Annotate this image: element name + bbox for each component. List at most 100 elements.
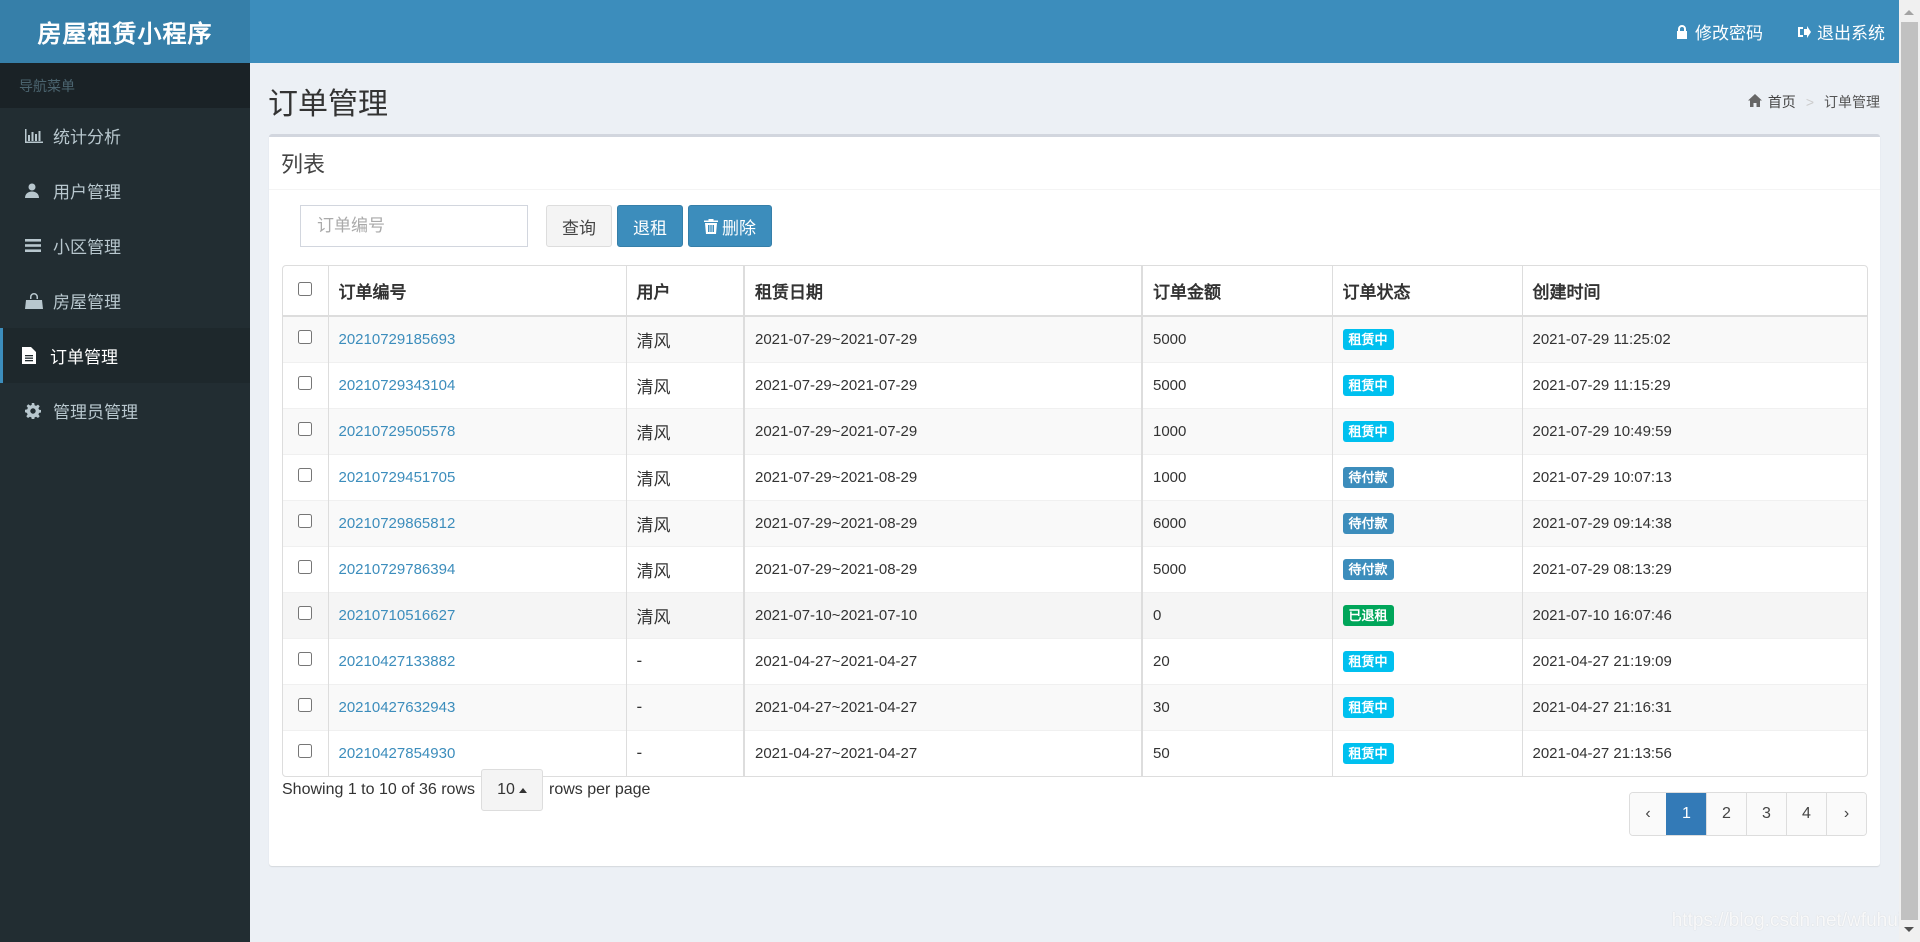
order-no-link[interactable]: 20210729451705 [339, 469, 456, 486]
created-cell: 2021-04-27 21:13:56 [1521, 729, 1867, 776]
table-row[interactable]: 20210710516627 清风 2021-07-10~2021-07-10 0 已退… [283, 591, 1867, 638]
row-checkbox[interactable] [298, 422, 313, 436]
amount-cell: 30 [1141, 683, 1332, 730]
home-icon [1747, 94, 1762, 110]
period-cell: 2021-07-10~2021-07-10 [743, 591, 1142, 638]
status-badge: 租赁中 [1342, 696, 1394, 718]
status-cell: 租赁中 [1331, 407, 1522, 454]
created-cell: 2021-07-29 10:07:13 [1521, 453, 1867, 500]
user-cell: 清风 [625, 407, 744, 454]
delete-button-label: 删除 [722, 218, 756, 238]
page-button-3[interactable]: 3 [1746, 793, 1786, 835]
row-checkbox[interactable] [298, 468, 313, 482]
list-icon [25, 237, 45, 255]
row-checkbox[interactable] [298, 652, 313, 666]
list-box: 列表 查询 退租 删除 订单编号 用户 租赁日期 订单金额 订单状态 创建时 [269, 134, 1880, 866]
select-all-checkbox[interactable] [298, 281, 313, 296]
prev-page-button[interactable]: ‹ [1630, 793, 1666, 835]
order-no-link[interactable]: 20210729786394 [339, 561, 456, 578]
order-no-link[interactable]: 20210729343104 [339, 377, 456, 394]
sidebar-item-orders[interactable]: 订单管理 [0, 328, 250, 383]
scroll-down-arrow-icon[interactable] [1904, 927, 1914, 932]
status-badge: 租赁中 [1342, 650, 1394, 672]
table-body: 20210729185693 清风 2021-07-29~2021-07-29 500… [283, 315, 1867, 776]
page-size-dropdown[interactable]: 10 [481, 769, 544, 811]
column-header-status[interactable]: 订单状态 [1331, 266, 1522, 317]
sidebar-item-admins[interactable]: 管理员管理 [0, 383, 250, 438]
period-cell: 2021-07-29~2021-07-29 [743, 407, 1142, 454]
change-password-link[interactable]: 修改密码 [1675, 19, 1763, 44]
table-row[interactable]: 20210427632943 -2021-04-27~2021-04-27 30 租赁… [283, 683, 1867, 730]
row-checkbox[interactable] [298, 514, 313, 528]
column-header-order-no[interactable]: 订单编号 [327, 266, 626, 317]
app-logo[interactable]: 房屋租赁小程序 [0, 0, 250, 63]
row-checkbox[interactable] [298, 376, 313, 390]
select-all-cell [283, 266, 328, 317]
row-checkbox[interactable] [298, 698, 313, 712]
column-header-created[interactable]: 创建时间 [1521, 266, 1867, 317]
sidebar-item-users[interactable]: 用户管理 [0, 163, 250, 218]
status-cell: 待付款 [1331, 453, 1522, 500]
status-badge: 已退租 [1342, 604, 1394, 626]
change-password-label: 修改密码 [1695, 24, 1763, 43]
row-checkbox[interactable] [298, 606, 313, 620]
column-header-amount[interactable]: 订单金额 [1141, 266, 1332, 317]
table-row[interactable]: 20210729505578 清风 2021-07-29~2021-07-29 100… [283, 407, 1867, 454]
next-page-button[interactable]: › [1826, 793, 1866, 835]
row-checkbox[interactable] [298, 744, 313, 759]
row-select-cell [283, 361, 328, 408]
table-row[interactable]: 20210729786394 清风 2021-07-29~2021-08-29 500… [283, 545, 1867, 592]
logout-label: 退出系统 [1817, 24, 1885, 43]
amount-cell: 0 [1141, 591, 1332, 638]
sidebar-item-communities[interactable]: 小区管理 [0, 218, 250, 273]
row-select-cell [283, 315, 328, 362]
order-no-link[interactable]: 20210729185693 [339, 331, 456, 348]
showing-rows-text: Showing 1 to 10 of 36 rows [282, 781, 476, 798]
order-no-link[interactable]: 20210729505578 [339, 423, 456, 440]
column-header-user[interactable]: 用户 [625, 266, 744, 317]
page-button-4[interactable]: 4 [1786, 793, 1826, 835]
vertical-scrollbar[interactable] [1899, 0, 1920, 942]
column-header-period[interactable]: 租赁日期 [743, 266, 1142, 317]
order-no-link[interactable]: 20210427632943 [339, 699, 456, 716]
status-badge: 租赁中 [1342, 742, 1394, 764]
page-button-2[interactable]: 2 [1706, 793, 1746, 835]
order-no-link[interactable]: 20210427854930 [339, 745, 456, 762]
row-checkbox[interactable] [298, 330, 313, 345]
table-row[interactable]: 20210729865812 清风 2021-07-29~2021-08-29 600… [283, 499, 1867, 546]
pagination-info: Showing 1 to 10 of 36 rows 10 rows per p… [282, 769, 650, 811]
order-no-link[interactable]: 20210710516627 [339, 607, 456, 624]
scrollbar-thumb[interactable] [1901, 22, 1918, 920]
sidebar-item-houses[interactable]: 房屋管理 [0, 273, 250, 328]
status-cell: 待付款 [1331, 499, 1522, 546]
row-select-cell [283, 499, 328, 546]
order-number-search-input[interactable] [300, 205, 528, 247]
page-button-1[interactable]: 1 [1666, 793, 1706, 835]
order-no-link[interactable]: 20210427133882 [339, 653, 456, 670]
table-row[interactable]: 20210729343104 清风 2021-07-29~2021-07-29 500… [283, 361, 1867, 408]
sidebar-header: 导航菜单 [0, 63, 250, 108]
sidebar-item-statistics[interactable]: 统计分析 [0, 108, 250, 163]
table-row[interactable]: 20210729185693 清风 2021-07-29~2021-07-29 500… [283, 315, 1867, 362]
scroll-up-arrow-icon[interactable] [1904, 10, 1914, 15]
breadcrumb-home-link[interactable]: 首页 [1768, 92, 1796, 112]
page-size-value: 10 [497, 781, 515, 798]
row-checkbox[interactable] [298, 560, 313, 574]
created-cell: 2021-07-29 10:49:59 [1521, 407, 1867, 454]
breadcrumb: 首页 > 订单管理 [1747, 92, 1880, 112]
status-badge: 待付款 [1342, 512, 1394, 534]
return-rental-button[interactable]: 退租 [617, 205, 683, 247]
table-row[interactable]: 20210729451705 清风 2021-07-29~2021-08-29 100… [283, 453, 1867, 500]
sidebar-item-label: 管理员管理 [53, 403, 138, 422]
period-cell: 2021-04-27~2021-04-27 [743, 729, 1142, 776]
created-cell: 2021-07-29 08:13:29 [1521, 545, 1867, 592]
status-cell: 租赁中 [1331, 729, 1522, 776]
order-no-link[interactable]: 20210729865812 [339, 515, 456, 532]
status-badge: 租赁中 [1342, 420, 1394, 442]
logout-link[interactable]: 退出系统 [1797, 19, 1885, 44]
delete-button[interactable]: 删除 [688, 205, 772, 247]
query-button[interactable]: 查询 [546, 205, 612, 247]
caret-up-icon [518, 787, 527, 793]
order-no-cell: 20210729343104 [327, 361, 626, 408]
table-row[interactable]: 20210427133882 -2021-04-27~2021-04-27 20 租赁… [283, 637, 1867, 684]
